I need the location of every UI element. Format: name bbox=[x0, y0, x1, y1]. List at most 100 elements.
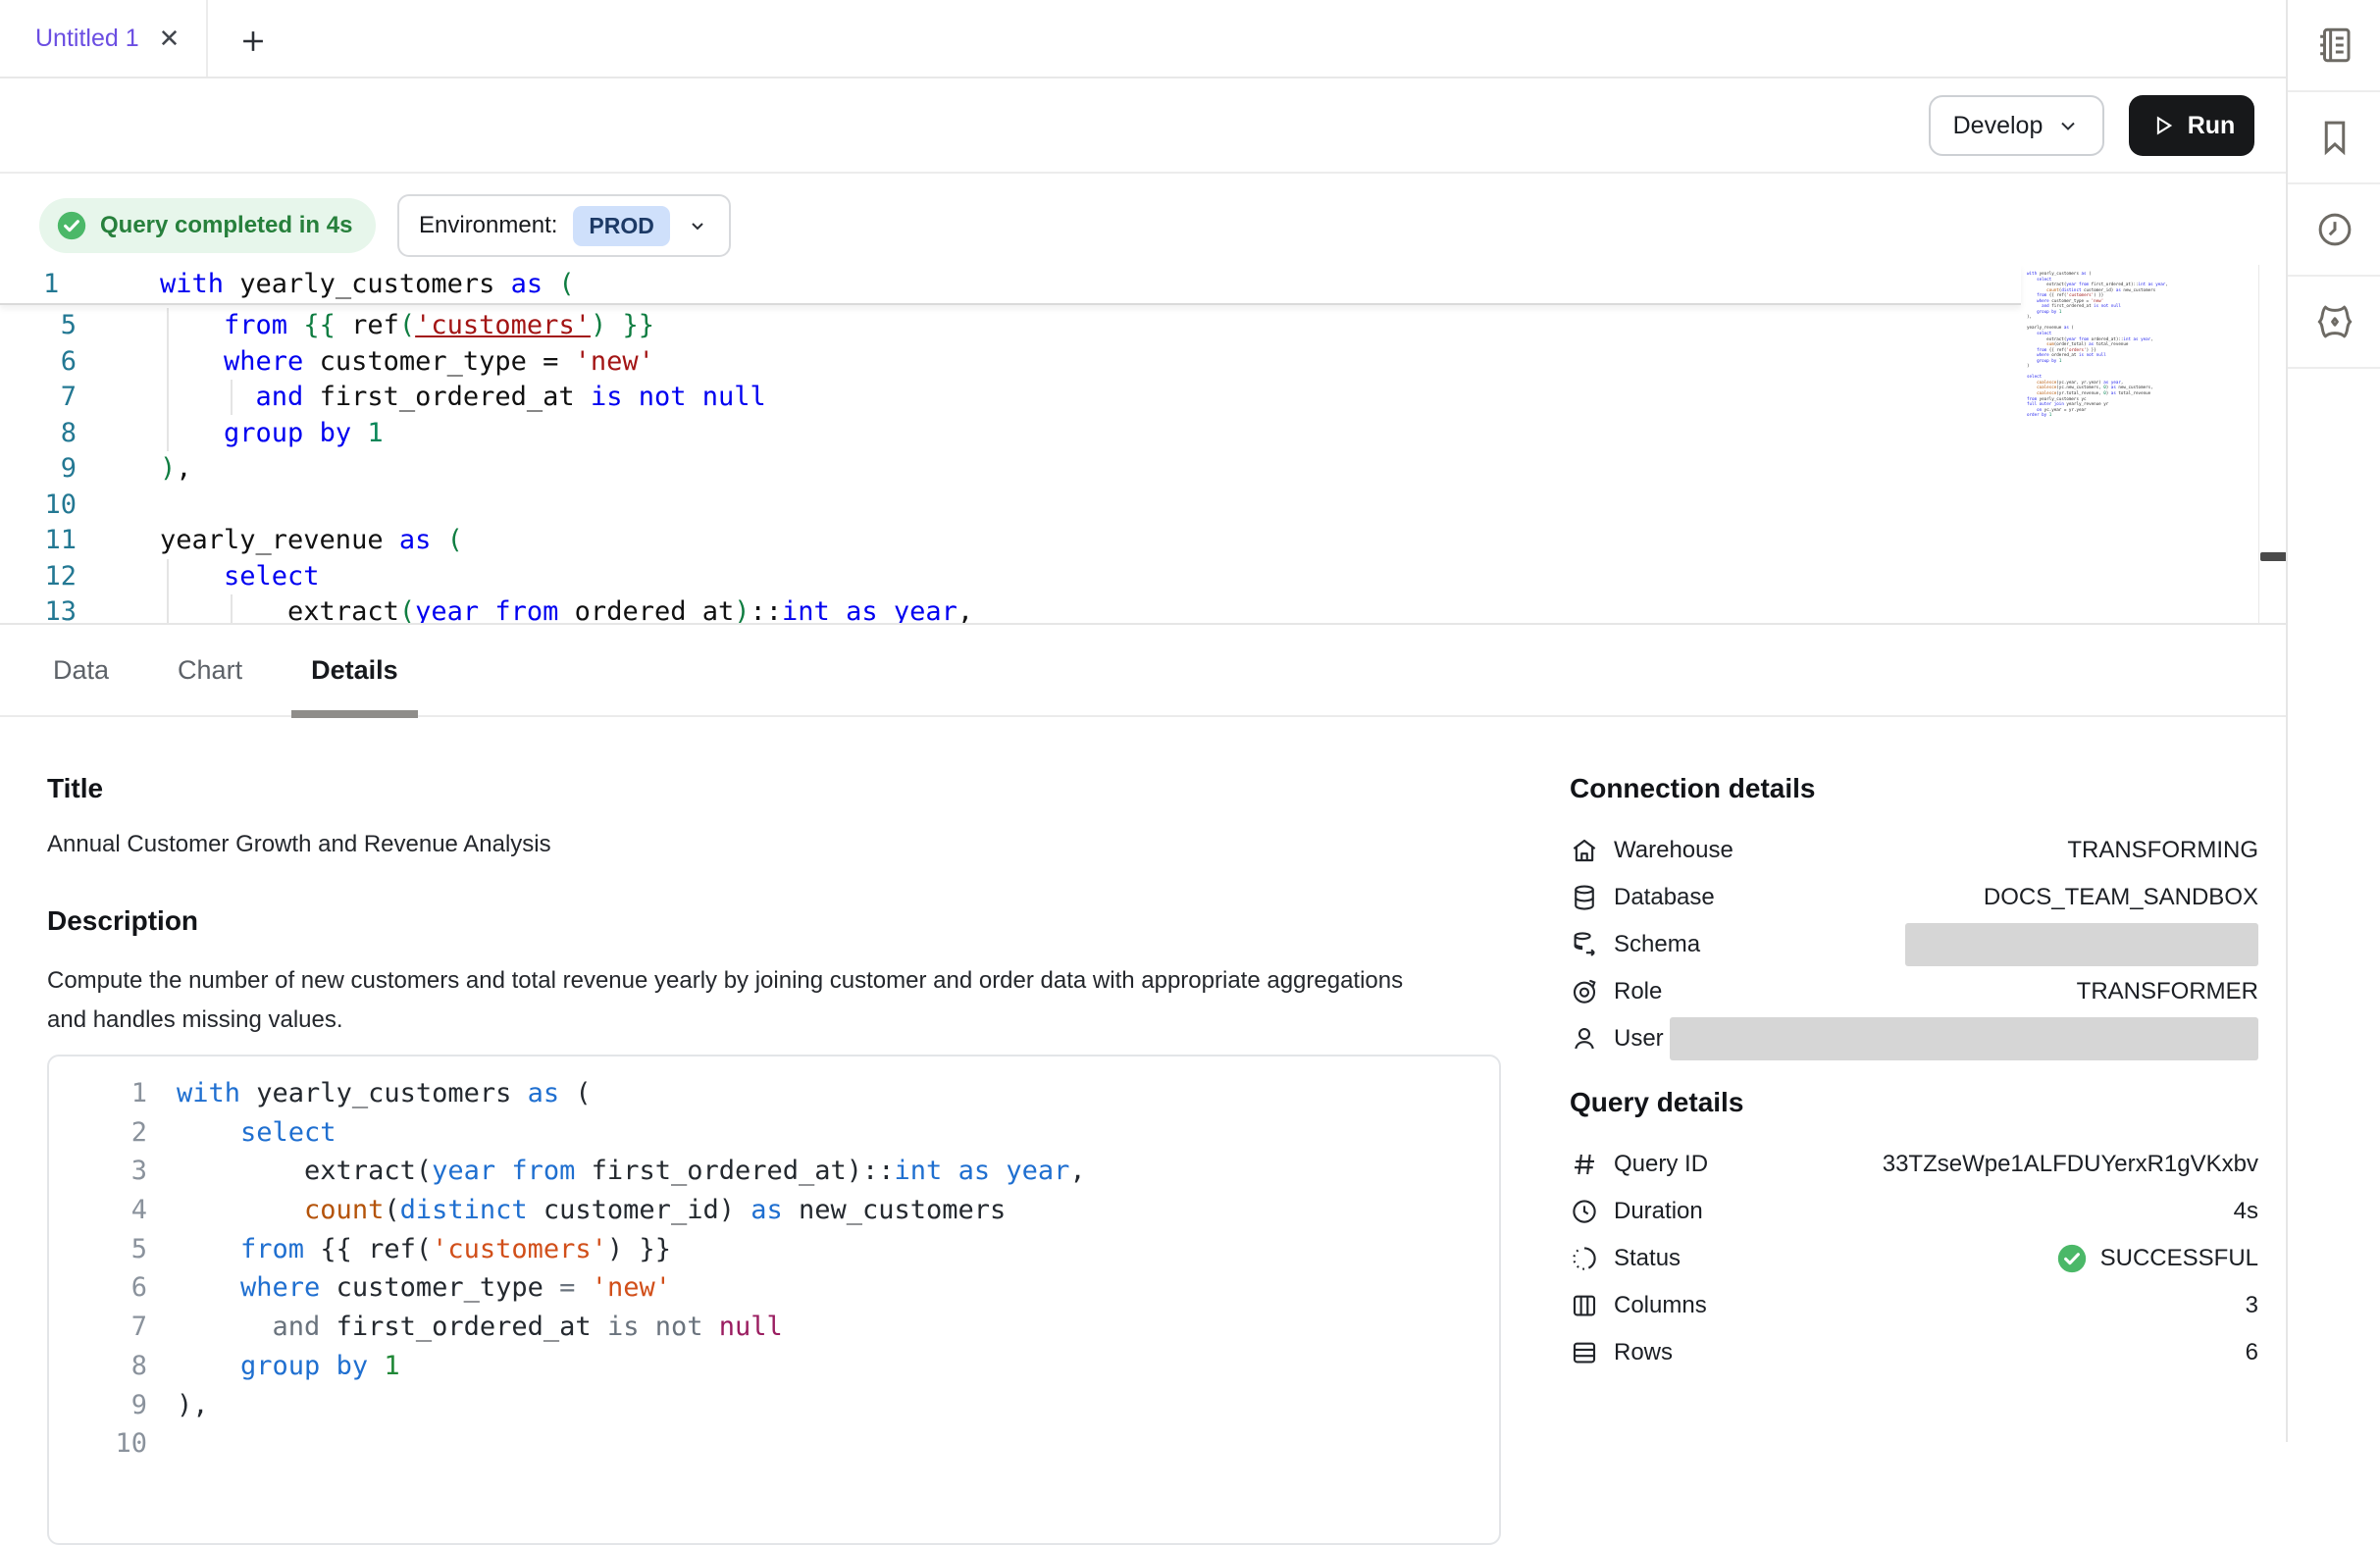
code-line: 5 from {{ ref('customers') }} bbox=[49, 1230, 1499, 1269]
tab-data[interactable]: Data bbox=[47, 624, 115, 716]
line-number: 9 bbox=[49, 1386, 147, 1425]
detail-row-rows: Rows 6 bbox=[1570, 1329, 2258, 1376]
bookmark-icon bbox=[2314, 117, 2355, 158]
line-number: 10 bbox=[0, 488, 77, 524]
code-line: 9), bbox=[49, 1386, 1499, 1425]
tab-label: Untitled 1 bbox=[35, 25, 139, 53]
editor-scrollbar[interactable] bbox=[2258, 265, 2286, 625]
line-number: 7 bbox=[49, 1308, 147, 1347]
detail-value: 6 bbox=[2246, 1339, 2258, 1366]
environment-value-badge: PROD bbox=[573, 206, 669, 246]
code-line: 8 group by 1 bbox=[0, 416, 2011, 452]
sql-editor[interactable]: 5 from {{ ref('customers') }}6 where cus… bbox=[0, 265, 2286, 625]
detail-value: 33TZseWpe1ALFDUYerxR1gVKxbv bbox=[1883, 1151, 2258, 1178]
bookmark-button[interactable] bbox=[2288, 92, 2380, 184]
detail-label: Schema bbox=[1614, 931, 1700, 958]
develop-button[interactable]: Develop bbox=[1929, 95, 2104, 156]
editor-minimap[interactable]: with yearly_customers as ( select extrac… bbox=[2027, 271, 2251, 620]
tab-untitled-1[interactable]: Untitled 1 ✕ bbox=[0, 0, 196, 77]
indent-guide bbox=[231, 594, 233, 625]
plus-icon bbox=[236, 25, 270, 58]
chevron-down-icon bbox=[2056, 114, 2080, 137]
details-right-column: Connection details WarehouseTRANSFORMING… bbox=[1570, 772, 2258, 1376]
connection-details-rows: Warehouse TRANSFORMING Database DOCS_TEAM_S… bbox=[1570, 827, 2258, 1062]
detail-label: Database bbox=[1614, 884, 1715, 911]
detail-row-user: User bbox=[1570, 1015, 2258, 1062]
line-number: 7 bbox=[0, 380, 77, 416]
environment-selector[interactable]: Environment: PROD bbox=[397, 194, 731, 257]
detail-label: Status bbox=[1614, 1245, 1681, 1272]
notebook-icon bbox=[2314, 25, 2355, 66]
detail-label: Role bbox=[1614, 978, 1662, 1005]
loader-icon bbox=[1570, 1244, 1599, 1273]
query-status-text: Query completed in 4s bbox=[100, 212, 352, 239]
play-icon bbox=[2148, 112, 2176, 139]
line-number: 5 bbox=[49, 1230, 147, 1269]
code-line: 9), bbox=[0, 451, 2011, 488]
line-number: 6 bbox=[0, 344, 77, 381]
sticky-scroll-line: 1with yearly_customers as ( bbox=[0, 265, 2021, 305]
develop-label: Develop bbox=[1953, 112, 2044, 140]
rows-icon bbox=[1570, 1338, 1599, 1367]
code-line: 6 where customer_type = 'new' bbox=[49, 1268, 1499, 1308]
code-line: 13 extract(year from ordered_at)::int as… bbox=[0, 594, 2011, 625]
check-circle-icon bbox=[2055, 1242, 2089, 1275]
indent-guide bbox=[167, 559, 169, 625]
code-line: 3 extract(year from first_ordered_at)::i… bbox=[49, 1152, 1499, 1191]
tab-bar: Untitled 1 ✕ bbox=[0, 0, 2286, 78]
detail-row-query-id: Query ID33TZseWpe1ALFDUYerxR1gVKxbv bbox=[1570, 1141, 2258, 1188]
right-sidebar bbox=[2286, 0, 2380, 1442]
query-details-rows: Query ID33TZseWpe1ALFDUYerxR1gVKxbvDurat… bbox=[1570, 1141, 2258, 1376]
toolbar: Develop Run bbox=[0, 78, 2286, 174]
line-number: 9 bbox=[0, 451, 77, 488]
line-number: 1 bbox=[0, 265, 77, 303]
line-number: 4 bbox=[49, 1191, 147, 1230]
query-details-heading: Query details bbox=[1570, 1086, 2258, 1119]
tab-details[interactable]: Details bbox=[305, 624, 404, 716]
run-button[interactable]: Run bbox=[2129, 95, 2254, 156]
line-number: 6 bbox=[49, 1268, 147, 1308]
line-number: 5 bbox=[0, 308, 77, 344]
scrollbar-thumb[interactable] bbox=[2260, 552, 2286, 561]
detail-row-warehouse: Warehouse TRANSFORMING bbox=[1570, 827, 2258, 874]
description-value: Compute the number of new customers and … bbox=[47, 961, 1421, 1040]
code-line: 5 from {{ ref('customers') }} bbox=[0, 308, 2011, 344]
history-button[interactable] bbox=[2288, 184, 2380, 277]
code-line: 12 select bbox=[0, 559, 2011, 595]
line-number: 1 bbox=[49, 1074, 147, 1113]
code-line: 1with yearly_customers as ( bbox=[49, 1074, 1499, 1113]
detail-label: Rows bbox=[1614, 1339, 1673, 1366]
clock-icon bbox=[1570, 1197, 1599, 1226]
environment-label: Environment: bbox=[419, 212, 557, 239]
detail-row-status: StatusSUCCESSFUL bbox=[1570, 1235, 2258, 1282]
query-status-badge: Query completed in 4s bbox=[39, 198, 376, 253]
warehouse-icon bbox=[1570, 836, 1599, 865]
code-line: 1with yearly_customers as ( bbox=[0, 265, 2021, 303]
detail-value: DOCS_TEAM_SANDBOX bbox=[1984, 884, 2258, 911]
run-label: Run bbox=[2188, 112, 2236, 140]
detail-label: Columns bbox=[1614, 1292, 1707, 1319]
result-tabs: Data Chart Details bbox=[0, 625, 2286, 717]
notebook-button[interactable] bbox=[2288, 0, 2380, 92]
user-icon bbox=[1570, 1024, 1599, 1054]
sparkle-button[interactable] bbox=[2288, 277, 2380, 369]
line-number: 8 bbox=[49, 1347, 147, 1386]
detail-row-database: Database DOCS_TEAM_SANDBOX bbox=[1570, 874, 2258, 921]
new-tab-button[interactable] bbox=[233, 22, 273, 61]
tab-chart[interactable]: Chart bbox=[172, 624, 248, 716]
detail-value: TRANSFORMER bbox=[2077, 978, 2258, 1005]
sparkle-icon bbox=[2314, 301, 2355, 342]
description-heading: Description bbox=[47, 904, 1501, 938]
detail-row-duration: Duration4s bbox=[1570, 1188, 2258, 1235]
detail-label: Warehouse bbox=[1614, 837, 1733, 864]
editor-code-lines[interactable]: 5 from {{ ref('customers') }}6 where cus… bbox=[0, 308, 2011, 625]
detail-row-columns: Columns3 bbox=[1570, 1282, 2258, 1329]
columns-icon bbox=[1570, 1291, 1599, 1320]
detail-value: TRANSFORMING bbox=[2067, 837, 2258, 864]
line-number: 11 bbox=[0, 523, 77, 559]
line-number: 3 bbox=[49, 1152, 147, 1191]
close-icon[interactable]: ✕ bbox=[159, 26, 181, 51]
code-line: 7 and first_ordered_at is not null bbox=[0, 380, 2011, 416]
chevron-down-icon bbox=[686, 214, 709, 237]
hash-icon bbox=[1570, 1150, 1599, 1179]
